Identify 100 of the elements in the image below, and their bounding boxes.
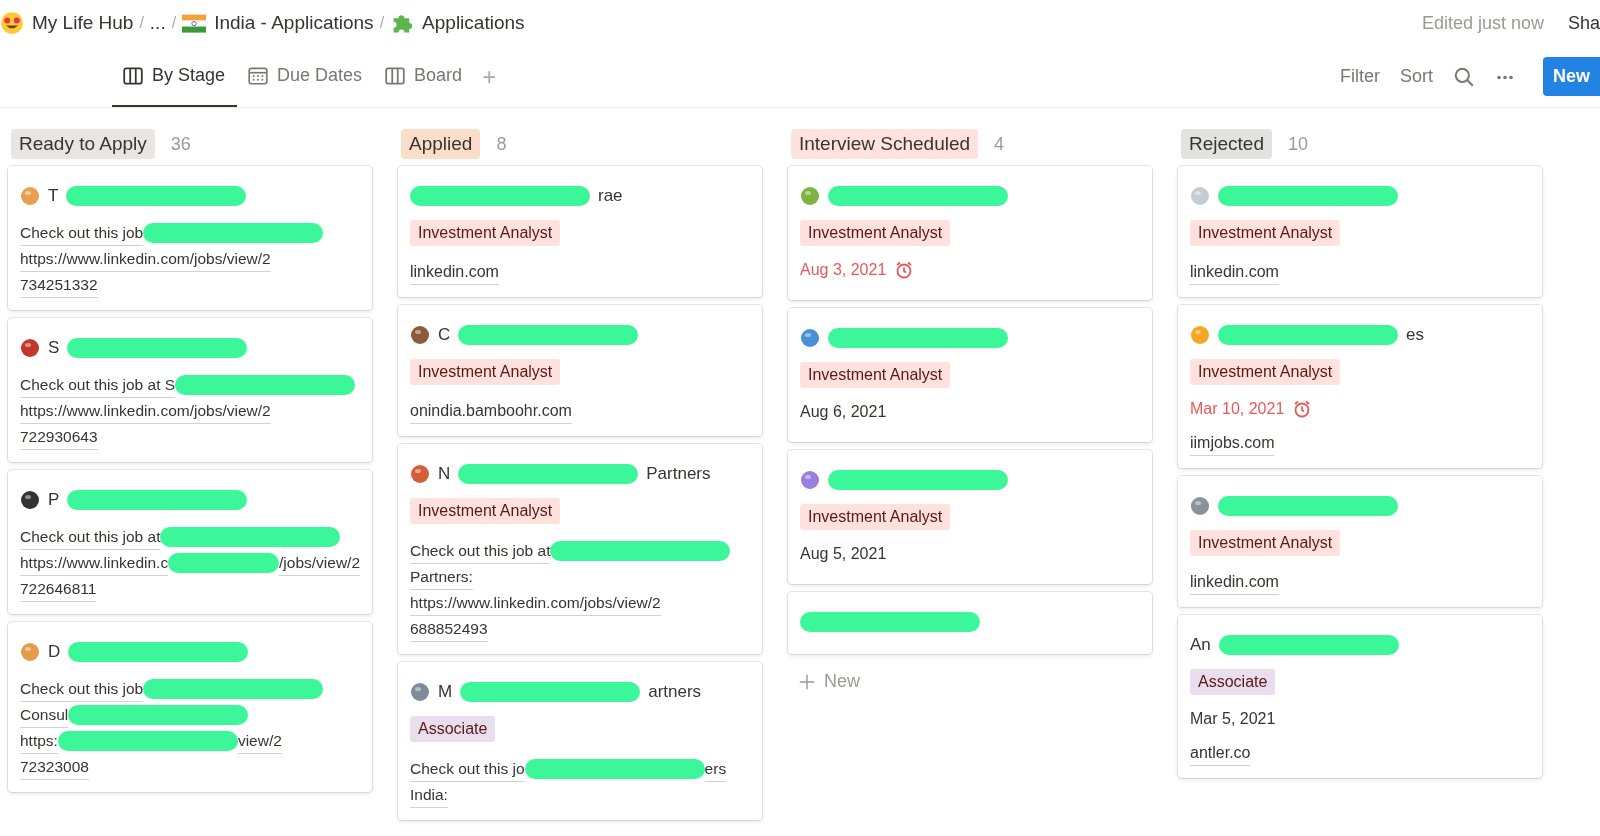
board-card[interactable]: T Check out this job https://www.linkedin.com/jobs/view/2 734251332	[8, 166, 372, 310]
group-count: 10	[1288, 132, 1309, 156]
url-link[interactable]: onindia.bamboohr.com	[410, 399, 572, 424]
url-link[interactable]: iimjobs.com	[1190, 431, 1275, 456]
due-date: Aug 5, 2021	[800, 544, 887, 564]
description-text: Partners:	[410, 564, 473, 590]
view-tab[interactable]: By Stage	[112, 46, 238, 107]
role-tag: Associate	[410, 716, 496, 742]
view-tab[interactable]: Due Dates	[237, 46, 375, 107]
breadcrumb-link[interactable]: Applications	[390, 8, 525, 38]
card-title: D	[48, 641, 61, 664]
due-date: Aug 3, 2021	[800, 260, 887, 280]
description-text: Check out this job	[20, 220, 144, 246]
description-text: view/2	[237, 728, 282, 754]
group-count: 4	[994, 132, 1005, 156]
description-text: 734251332	[20, 272, 98, 298]
breadcrumb-link[interactable]: ...	[149, 8, 166, 38]
role-tag: Investment Analyst	[800, 362, 951, 388]
group-count: 36	[170, 132, 191, 156]
role-tag: Investment Analyst	[1190, 359, 1341, 385]
card-title: artners	[648, 681, 702, 704]
group-label: Interview Scheduled	[791, 128, 979, 160]
url-link[interactable]: antler.co	[1190, 741, 1251, 766]
board-card[interactable]: C Investment Analyst onindia.bamboohr.com	[398, 305, 762, 436]
role-tag: Investment Analyst	[410, 220, 561, 246]
board-card[interactable]: Investment Analyst linkedin.com	[1178, 166, 1542, 297]
description-text: Check out this job	[20, 676, 144, 702]
new-button[interactable]: New	[1543, 57, 1600, 96]
due-date: Mar 5, 2021	[1190, 709, 1276, 729]
board-icon	[384, 64, 407, 87]
board-card[interactable]: N Partners Investment Analyst Check out this job at Partners: https://www.linkedin.com/jobs/view/2 688852493	[398, 444, 762, 654]
description-text: Consul	[20, 702, 69, 728]
board-card[interactable]: Investment Analyst linkedin.com	[1178, 476, 1542, 607]
group-count: 8	[496, 132, 507, 156]
description-text: https://www.linkedin.com/jobs/view/2	[20, 398, 271, 424]
role-tag: Associate	[1190, 669, 1276, 695]
role-tag: Investment Analyst	[800, 504, 951, 530]
url-link[interactable]: linkedin.com	[1190, 260, 1279, 285]
plus-icon	[798, 672, 816, 691]
description-text: 722930643	[20, 424, 98, 450]
description-text: Check out this job at	[20, 524, 161, 550]
description-text: https://www.linkedin.com/jobs/view/2	[20, 246, 271, 272]
description-text: 688852493	[410, 616, 488, 642]
group-label: Ready to Apply	[11, 128, 155, 160]
view-tab[interactable]: Board	[374, 46, 475, 107]
breadcrumb-separator: /	[379, 13, 385, 33]
card-title: An	[1190, 634, 1211, 657]
due-date: Mar 10, 2021	[1190, 399, 1285, 419]
role-tag: Investment Analyst	[1190, 530, 1341, 556]
board-card[interactable]: M artners Associate Check out this jo ers India:	[398, 662, 762, 820]
url-link[interactable]: linkedin.com	[1190, 570, 1279, 595]
description-text: https://www.linkedin.com/jobs/view/2	[410, 590, 661, 616]
board-card[interactable]: Investment Analyst Aug 3, 2021	[788, 166, 1152, 300]
description-text: https://www.linkedin.c	[20, 550, 169, 576]
breadcrumb-separator: /	[139, 13, 144, 33]
group-label: Rejected	[1181, 128, 1272, 160]
board-card[interactable]: rae Investment Analyst linkedin.com	[398, 166, 762, 297]
description-text: 72323008	[20, 754, 89, 780]
search-icon	[1453, 66, 1475, 89]
card-title: M	[438, 681, 453, 704]
url-link[interactable]: linkedin.com	[410, 260, 499, 285]
description-text: 722646811	[20, 576, 97, 602]
breadcrumb-link[interactable]: My Life Hub	[0, 8, 134, 38]
card-title: C	[438, 324, 451, 347]
edited-status: Edited just now	[1421, 11, 1544, 35]
board-icon	[122, 64, 144, 87]
card-title: Partners	[646, 463, 711, 486]
description-text: Check out this jo	[410, 756, 525, 782]
role-tag: Investment Analyst	[1190, 220, 1341, 246]
description-text: Check out this job at S	[20, 372, 176, 398]
description-text: ers	[704, 756, 727, 782]
sort-button[interactable]: Sort	[1391, 63, 1441, 90]
breadcrumb-separator: /	[171, 13, 177, 33]
card-title: N	[438, 463, 451, 486]
role-tag: Investment Analyst	[410, 498, 561, 524]
filter-button[interactable]: Filter	[1331, 63, 1388, 90]
card-title: T	[48, 185, 59, 208]
breadcrumb-link[interactable]: India - Applications	[182, 8, 374, 38]
share-button[interactable]: Sha	[1567, 9, 1600, 37]
description-text: https:	[20, 728, 58, 754]
smiley-icon	[0, 11, 24, 35]
card-title: es	[1406, 324, 1424, 347]
description-text: /jobs/view/2	[279, 550, 360, 576]
board-card[interactable]: D Check out this job Consul https: view/2 72323008	[8, 622, 372, 792]
more-icon	[1495, 73, 1515, 81]
board-card[interactable]: S Check out this job at S https://www.linkedin.com/jobs/view/2 722930643	[8, 318, 372, 462]
group-label: Applied	[401, 128, 481, 160]
calendar-icon	[247, 64, 270, 87]
board-card[interactable]: Investment Analyst Aug 5, 2021	[788, 450, 1152, 584]
board-card[interactable]: An Associate Mar 5, 2021 antler.co	[1178, 615, 1542, 778]
card-title: rae	[598, 185, 623, 208]
board-card[interactable]: P Check out this job at https://www.linkedin.c /jobs/view/2 722646811	[8, 470, 372, 614]
board-card[interactable]: es Investment Analyst Mar 10, 2021 iimjobs.com	[1178, 305, 1542, 468]
due-date: Aug 6, 2021	[800, 402, 887, 422]
description-text: Check out this job at	[410, 538, 551, 564]
card-title: P	[48, 489, 60, 512]
card-title: S	[48, 337, 60, 360]
role-tag: Investment Analyst	[800, 220, 951, 246]
role-tag: Investment Analyst	[410, 359, 561, 385]
board-card[interactable]: Investment Analyst Aug 6, 2021	[788, 308, 1152, 442]
